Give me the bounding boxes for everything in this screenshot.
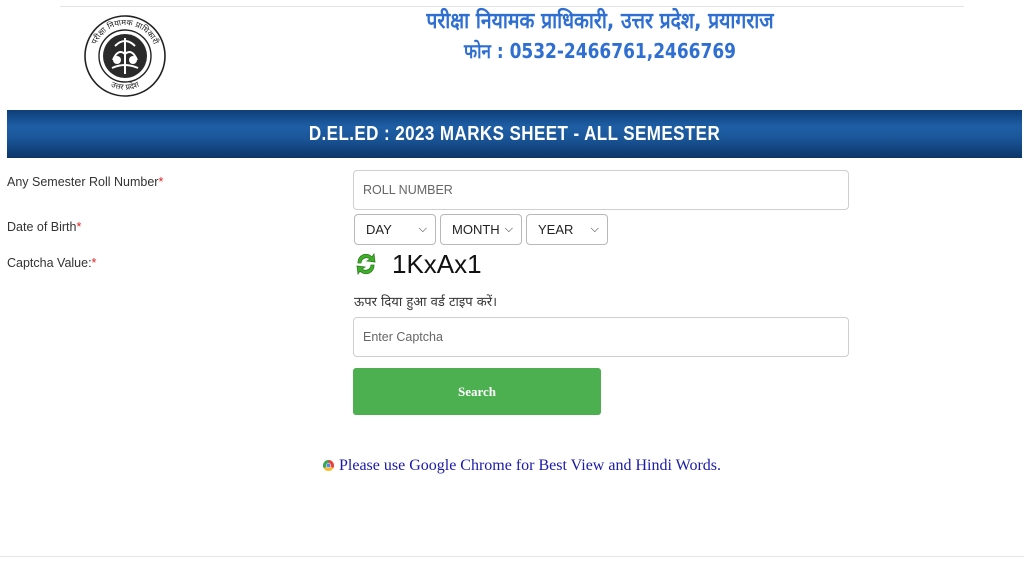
captcha-value: 1KxAx1 [392,249,482,279]
browser-notice: Please use Google Chrome for Best View a… [323,457,721,475]
year-select-value: YEAR [538,222,574,237]
required-mark: * [158,175,164,189]
year-select[interactable]: YEAR ⌵ [526,214,608,245]
day-select[interactable]: DAY ⌵ [354,214,436,245]
title-banner: D.EL.ED : 2023 MARKS SHEET - ALL SEMESTE… [7,110,1022,158]
day-select-value: DAY [366,222,392,237]
roll-number-input[interactable] [353,170,849,210]
search-button[interactable]: Search [353,368,601,415]
bottom-divider [0,556,1024,557]
captcha-label: Captcha Value:* [7,256,97,270]
month-select-value: MONTH [452,222,500,237]
required-mark: * [76,220,82,234]
chevron-down-icon: ⌵ [590,223,599,235]
month-select[interactable]: MONTH ⌵ [440,214,522,245]
page-title: परीक्षा नियामक प्राधिकारी, उत्तर प्रदेश,… [426,9,774,34]
browser-notice-text: Please use Google Chrome for Best View a… [339,457,721,474]
date-of-birth-label: Date of Birth* [7,220,82,234]
chevron-down-icon: ⌵ [504,223,513,235]
captcha-input[interactable] [353,317,849,357]
chevron-down-icon: ⌵ [418,223,427,235]
roll-number-label: Any Semester Roll Number* [7,175,164,189]
phone-number: फोन : 0532-2466761,2466769 [463,39,736,63]
banner-title: D.EL.ED : 2023 MARKS SHEET - ALL SEMESTE… [308,123,721,145]
refresh-icon[interactable] [354,251,378,277]
chrome-icon [323,459,334,471]
uttar-pradesh-emblem-logo: परीक्षा नियामक प्राधिकारी उत्तर प्रदेश [84,15,166,97]
required-mark: * [91,256,97,270]
top-divider [60,6,964,7]
captcha-hint: ऊपर दिया हुआ वर्ड टाइप करें। [354,295,498,310]
